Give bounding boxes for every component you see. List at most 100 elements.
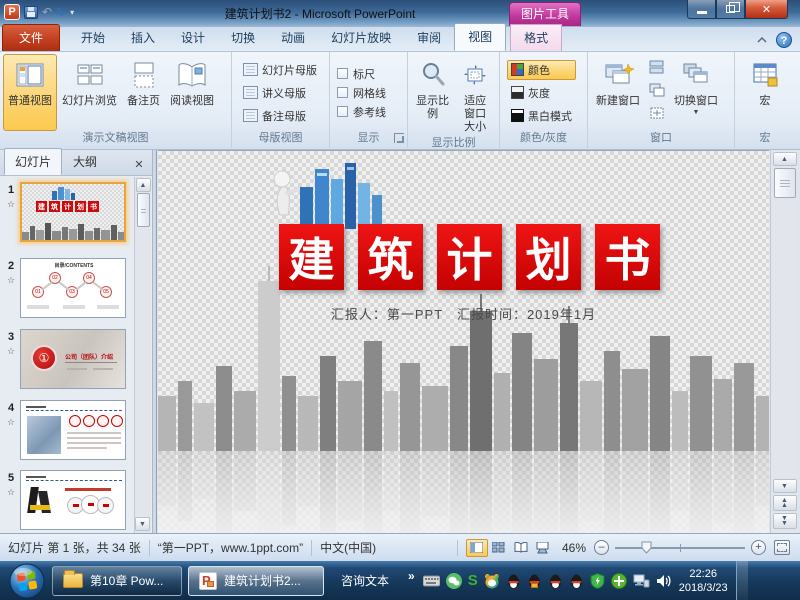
- animation-star-icon: ☆: [2, 487, 20, 498]
- tab-slides[interactable]: 幻灯片: [4, 148, 62, 175]
- sogou-icon[interactable]: S: [468, 572, 478, 589]
- handout-master-button[interactable]: 讲义母版: [239, 83, 321, 103]
- tab-format[interactable]: 格式: [510, 24, 562, 51]
- tab-review[interactable]: 审阅: [404, 25, 454, 51]
- macros-button[interactable]: 宏: [746, 54, 784, 131]
- guides-checkbox[interactable]: 参考线: [337, 104, 386, 120]
- new-window-icon: [602, 58, 634, 92]
- safety-ball-icon[interactable]: [611, 573, 627, 589]
- gridlines-checkbox[interactable]: 网格线: [337, 85, 386, 101]
- black-white-button[interactable]: 黑白模式: [507, 106, 576, 126]
- pane-splitter[interactable]: [153, 150, 157, 533]
- zoom-slider-thumb[interactable]: [641, 541, 652, 557]
- start-button[interactable]: [8, 562, 46, 600]
- help-icon[interactable]: ?: [776, 32, 792, 48]
- color-button[interactable]: 颜色: [507, 60, 576, 80]
- panel-scrollbar[interactable]: ▲ ▼: [134, 177, 151, 533]
- qq-briefcase-icon[interactable]: [527, 573, 542, 589]
- tab-transitions[interactable]: 切换: [218, 25, 268, 51]
- tab-file[interactable]: 文件: [2, 24, 60, 51]
- minimize-button[interactable]: [687, 0, 716, 19]
- slide-show-status-button[interactable]: [532, 539, 554, 557]
- zoom-button[interactable]: 显示比例: [411, 54, 454, 136]
- zoom-out-icon[interactable]: –: [594, 540, 609, 555]
- tab-home[interactable]: 开始: [68, 25, 118, 51]
- normal-view-status-button[interactable]: [466, 539, 488, 557]
- language-indicator[interactable]: 中文(中国): [320, 539, 376, 556]
- notes-page-button[interactable]: 备注页: [122, 54, 165, 131]
- tab-slideshow[interactable]: 幻灯片放映: [318, 25, 404, 51]
- security-shield-icon[interactable]: [590, 573, 605, 589]
- next-slide-icon[interactable]: ▼▼: [773, 513, 797, 529]
- move-split-icon[interactable]: [649, 106, 665, 125]
- slide-3-thumbnail[interactable]: ① 公司（团队）介绍: [20, 329, 126, 389]
- zoom-in-icon[interactable]: +: [751, 540, 766, 555]
- ribbon-group-zoom: 显示比例 适应窗口大小 显示比例: [408, 52, 500, 148]
- close-button[interactable]: ✕: [745, 0, 788, 19]
- slide-4-thumbnail[interactable]: [20, 400, 126, 460]
- slide-master-button[interactable]: 幻灯片母版: [239, 60, 321, 80]
- qq-icon[interactable]: [548, 573, 563, 589]
- wechat-icon[interactable]: [446, 573, 462, 589]
- tab-animations[interactable]: 动画: [268, 25, 318, 51]
- bear-icon[interactable]: [484, 573, 500, 589]
- zoom-percentage[interactable]: 46%: [562, 541, 586, 555]
- ribbon: 普通视图 幻灯片浏览 备注页: [0, 52, 800, 150]
- slide-canvas[interactable]: 建 筑 计 划 书 汇报人：第一PPT 汇报时间：2019年1月: [158, 150, 769, 533]
- volume-icon[interactable]: [656, 574, 671, 588]
- scroll-down-icon[interactable]: ▼: [773, 479, 797, 493]
- qq-icon[interactable]: [506, 573, 521, 589]
- scrollbar-thumb[interactable]: [774, 168, 796, 198]
- scrollbar-thumb[interactable]: [137, 193, 150, 227]
- scroll-up-icon[interactable]: ▲: [773, 152, 797, 166]
- taskbar-item-powerpoint[interactable]: P 建筑计划书2...: [188, 566, 324, 596]
- taskbar-clock[interactable]: 22:26 2018/3/23: [679, 567, 728, 595]
- checkbox-icon: [337, 106, 348, 117]
- blue-buildings-figure: [270, 157, 410, 229]
- tab-outline[interactable]: 大纲: [62, 148, 108, 175]
- taskbar-item-text[interactable]: 咨询文本: [330, 566, 400, 596]
- tab-view[interactable]: 视图: [454, 23, 506, 51]
- slide-sorter-status-button[interactable]: [488, 539, 510, 557]
- taskbar-item-folder[interactable]: 第10章 Pow...: [52, 566, 182, 596]
- tab-insert[interactable]: 插入: [118, 25, 168, 51]
- switch-windows-button[interactable]: 切换窗口 ▼: [669, 54, 723, 131]
- checkbox-icon: [337, 68, 348, 79]
- notes-master-button[interactable]: 备注母版: [239, 106, 321, 126]
- arrange-all-icon[interactable]: [649, 60, 665, 79]
- cascade-windows-icon[interactable]: [649, 83, 665, 102]
- fit-to-window-button[interactable]: 适应窗口大小: [454, 54, 496, 136]
- reading-view-status-button[interactable]: [510, 539, 532, 557]
- input-keyboard-icon[interactable]: [423, 574, 440, 587]
- slide-2-thumbnail[interactable]: 目录/CONTENTS 02 04 01 03 05: [20, 258, 126, 318]
- main-scrollbar[interactable]: ▲ ▼ ▲▲ ▼▼: [770, 150, 798, 533]
- grayscale-button[interactable]: 灰度: [507, 83, 576, 103]
- normal-view-button[interactable]: 普通视图: [3, 54, 57, 131]
- tab-design[interactable]: 设计: [168, 25, 218, 51]
- restore-button[interactable]: [716, 0, 745, 19]
- qq-icon[interactable]: [569, 573, 584, 589]
- ribbon-group-macros: 宏 宏: [735, 52, 795, 148]
- show-desktop-button[interactable]: [736, 561, 748, 600]
- collapse-ribbon-icon[interactable]: [754, 33, 770, 48]
- previous-slide-icon[interactable]: ▲▲: [773, 495, 797, 511]
- animation-star-icon: ☆: [2, 275, 20, 286]
- zoom-slider[interactable]: [615, 547, 745, 549]
- slide-subtitle: 汇报人：第一PPT 汇报时间：2019年1月: [158, 304, 769, 323]
- ruler-checkbox[interactable]: 标尺: [337, 66, 386, 82]
- network-icon[interactable]: [633, 574, 650, 588]
- slides-panel: 幻灯片 大纲 ✕ 1☆ 建筑计划书: [0, 150, 153, 533]
- group-label-color-grayscale: 颜色/灰度: [500, 131, 587, 148]
- scroll-up-icon[interactable]: ▲: [136, 178, 151, 192]
- reading-view-button[interactable]: 阅读视图: [165, 54, 219, 131]
- slide-5-thumbnail[interactable]: [20, 470, 126, 530]
- slide-thumbnail-row: 1☆ 建筑计划书: [2, 182, 126, 242]
- fit-slide-to-window-icon[interactable]: [774, 540, 790, 555]
- panel-close-icon[interactable]: ✕: [131, 158, 147, 171]
- tray-overflow-icon[interactable]: »: [408, 569, 415, 583]
- slide-1-thumbnail[interactable]: 建筑计划书: [20, 182, 126, 242]
- slide-sorter-button[interactable]: 幻灯片浏览: [57, 54, 122, 131]
- new-window-button[interactable]: 新建窗口: [591, 54, 645, 131]
- dialog-launcher-icon[interactable]: [394, 133, 404, 143]
- scroll-down-icon[interactable]: ▼: [135, 517, 150, 531]
